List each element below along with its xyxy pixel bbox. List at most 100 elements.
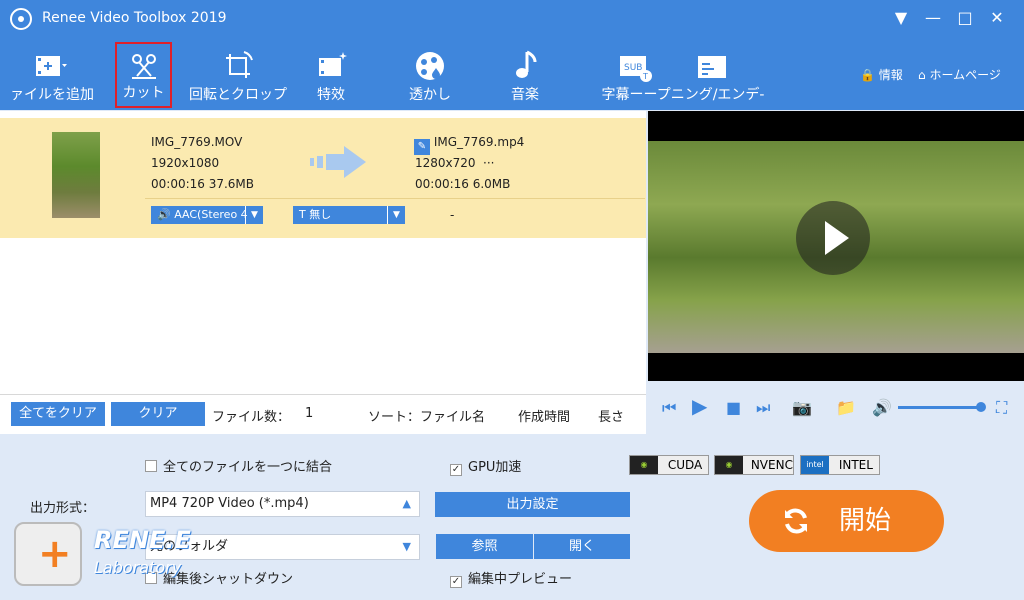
brand-box: + — [14, 522, 82, 586]
brand-name: RENE.E — [94, 526, 191, 554]
fullscreen-icon[interactable]: ⛶ — [996, 398, 1007, 418]
intel-badge: intel INTEL — [800, 455, 880, 475]
chevron-up-icon: ▲ — [402, 497, 411, 510]
brand-logo: + RENE.E Laboratory — [14, 522, 214, 596]
toolbar: ァイルを追加 カット 回転とクロップ 特效 透かし 音楽 SUB T 字幕ーープ… — [0, 38, 1024, 110]
nvenc-label: NVENC — [750, 458, 793, 472]
refresh-icon — [785, 508, 807, 534]
add-file-button[interactable]: ァイルを追加 — [0, 42, 104, 108]
watermark-icon — [416, 52, 444, 80]
subtitle-icon: SUB T — [620, 56, 652, 82]
clear-button[interactable]: クリア — [111, 402, 205, 426]
cuda-badge: ◉ CUDA — [629, 455, 709, 475]
minimize-button[interactable]: — — [920, 6, 946, 30]
merge-files-label: 全てのファイルを一つに結合 — [163, 460, 333, 475]
camera-icon[interactable]: 📷 — [792, 398, 812, 417]
crop-rotate-label: 回転とクロップ — [189, 87, 287, 103]
output-more[interactable]: ··· — [483, 156, 494, 170]
source-filename: IMG_7769.MOV — [151, 135, 243, 149]
play-overlay-button[interactable] — [796, 201, 870, 275]
subtitle-label: 字幕ーープニング/エンデ‐ — [601, 87, 765, 103]
output-duration-size: 00:00:16 6.0MB — [415, 177, 511, 191]
checkbox-box[interactable] — [145, 460, 157, 472]
dropdown-menu-button[interactable]: ▼ — [888, 6, 914, 30]
cut-button[interactable]: カット — [115, 42, 172, 108]
sort-by-created[interactable]: 作成時間 — [518, 406, 570, 425]
maximize-button[interactable]: □ — [952, 6, 978, 30]
sort-by-length[interactable]: 長さ — [598, 406, 624, 425]
effects-button[interactable]: 特效 — [305, 42, 357, 108]
add-file-icon — [36, 56, 67, 76]
checkbox-box[interactable]: ✓ — [450, 576, 462, 588]
chevron-down-icon: ▼ — [402, 540, 411, 553]
crop-rotate-button[interactable]: 回転とクロップ — [186, 42, 290, 108]
open-button[interactable]: 開く — [534, 534, 630, 559]
file-list: IMG_7769.MOV 1920x1080 00:00:16 37.6MB ✎… — [0, 111, 646, 394]
skip-next-icon[interactable]: ⏭ — [756, 398, 770, 418]
info-label: 情報 — [878, 68, 903, 82]
video-thumbnail — [52, 132, 100, 218]
plus-icon: + — [38, 531, 72, 577]
effects-label: 特效 — [317, 87, 345, 103]
music-icon — [516, 50, 537, 78]
svg-text:SUB: SUB — [624, 63, 642, 73]
volume-icon[interactable]: 🔊 — [872, 398, 892, 417]
intel-label: INTEL — [838, 458, 873, 472]
output-settings-button[interactable]: 出力設定 — [435, 492, 630, 517]
browse-button[interactable]: 参照 — [436, 534, 533, 559]
start-label: 開始 — [839, 506, 892, 536]
sort-by-name[interactable]: ソート：ファイル名 — [368, 406, 485, 425]
list-actions-bar: 全てをクリア クリア ファイル数： 1 ソート：ファイル名 作成時間 長さ — [0, 394, 646, 434]
video-preview — [648, 111, 1024, 381]
subtitle-button[interactable]: SUB T 字幕ーープニング/エンデ‐ — [600, 42, 766, 108]
opening-ending-icon — [698, 56, 726, 78]
skip-previous-icon[interactable]: ⏮ — [662, 398, 676, 418]
preview-label: 編集中プレビュー — [468, 572, 573, 587]
volume-slider[interactable] — [898, 406, 980, 409]
output-format-label: 出力形式： — [30, 501, 96, 516]
start-button[interactable]: 開始 — [749, 490, 944, 552]
info-link[interactable]: 🔒 情報 — [860, 66, 903, 83]
homepage-link[interactable]: ⌂ ホームページ — [918, 66, 1001, 83]
watermark-button[interactable]: 透かし — [400, 42, 460, 108]
checkbox-box[interactable]: ✓ — [450, 464, 462, 476]
app-logo-icon — [10, 8, 32, 30]
nvidia-icon: ◉ — [630, 456, 658, 474]
video-frame — [648, 141, 1024, 353]
edit-icon[interactable]: ✎ — [414, 139, 430, 155]
close-button[interactable]: ✕ — [984, 6, 1010, 30]
placeholder-dash: - — [450, 208, 455, 222]
music-label: 音楽 — [511, 87, 539, 103]
music-button[interactable]: 音楽 — [500, 42, 550, 108]
stop-icon[interactable]: ■ — [726, 398, 741, 417]
output-format-select[interactable]: MP4 720P Video (*.mp4) ▲ — [145, 491, 420, 517]
volume-handle[interactable] — [976, 402, 986, 412]
audio-track-value: AAC(Stereo 4 — [174, 208, 248, 221]
svg-text:T: T — [642, 72, 648, 81]
merge-files-checkbox[interactable]: 全てのファイルを一つに結合 — [145, 456, 332, 475]
gpu-accel-label: GPU加速 — [468, 460, 522, 475]
gpu-accel-checkbox[interactable]: ✓ GPU加速 — [450, 456, 521, 476]
intel-icon: intel — [801, 456, 829, 474]
play-icon[interactable]: ▶ — [692, 394, 707, 418]
source-duration-size: 00:00:16 37.6MB — [151, 177, 255, 191]
output-filename: IMG_7769.mp4 — [433, 135, 525, 149]
subtitle-select[interactable]: T 無し ▼ — [293, 206, 405, 224]
file-count-label: ファイル数： — [212, 410, 291, 425]
file-row[interactable]: IMG_7769.MOV 1920x1080 00:00:16 37.6MB ✎… — [0, 118, 646, 238]
title-bar: Renee Video Toolbox 2019 ▼ — □ ✕ — [0, 0, 1024, 38]
row-divider — [145, 198, 645, 199]
chevron-down-icon: ▼ — [387, 206, 405, 224]
watermark-label: 透かし — [409, 87, 451, 103]
output-format-value: MP4 720P Video (*.mp4) — [150, 496, 309, 511]
clear-all-button[interactable]: 全てをクリア — [11, 402, 105, 426]
player-controls: ⏮ ▶ ■ ⏭ 📷 📁 🔊 ⛶ — [648, 381, 1024, 434]
effects-icon — [319, 52, 347, 76]
folder-icon[interactable]: 📁 — [836, 398, 856, 417]
cut-label: カット — [122, 85, 165, 101]
chevron-down-icon: ▼ — [245, 206, 263, 224]
audio-track-select[interactable]: 🔊 AAC(Stereo 4 ▼ — [151, 206, 263, 224]
cuda-label: CUDA — [667, 458, 703, 472]
output-file[interactable]: ✎ IMG_7769.mp4 — [414, 135, 524, 155]
preview-checkbox[interactable]: ✓ 編集中プレビュー — [450, 568, 572, 588]
